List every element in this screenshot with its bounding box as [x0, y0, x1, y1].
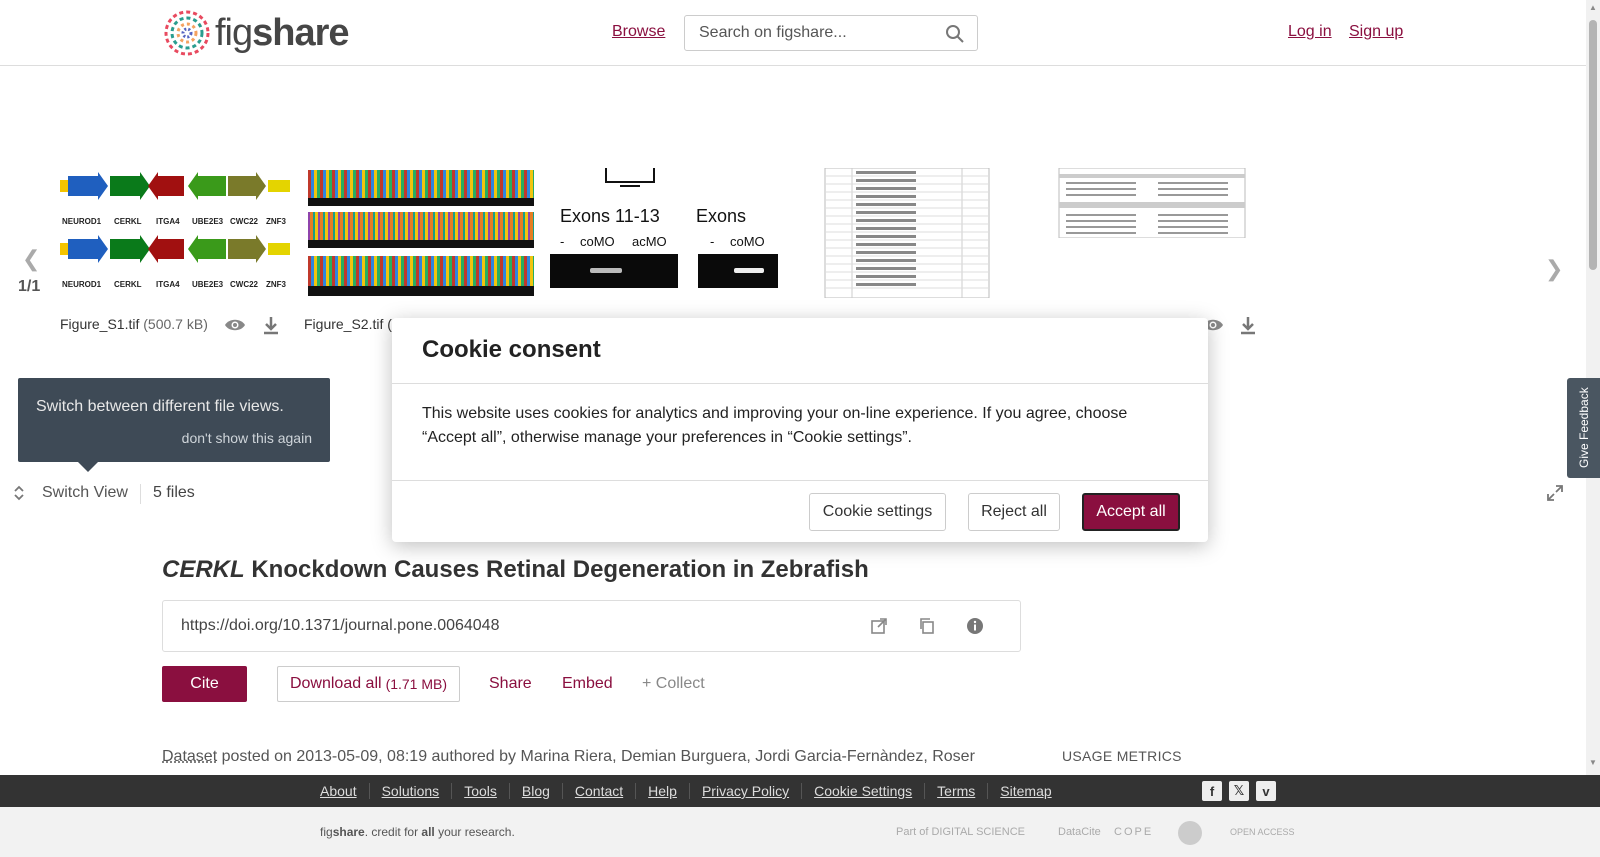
footer-link-contact[interactable]: Contact [562, 783, 635, 799]
credit-end: your research. [435, 825, 515, 839]
credit-fig: fig [320, 825, 333, 839]
scroll-up-icon[interactable]: ▲ [1589, 3, 1597, 12]
digital-science-logo[interactable]: Part of DIGITAL SCIENCE [896, 821, 1025, 843]
cookie-settings-button[interactable]: Cookie settings [809, 493, 946, 531]
footer-link-terms[interactable]: Terms [924, 783, 987, 799]
cope-logo[interactable]: COPE [1114, 821, 1153, 843]
credit-all: all [421, 825, 434, 839]
footer-bottom: figshare. credit for all your research. … [0, 807, 1600, 857]
credit-share: share [333, 825, 365, 839]
footer-nav: About Solutions Tools Blog Contact Help … [0, 775, 1600, 807]
cookie-consent-dialog: Cookie consent This website uses cookies… [392, 318, 1208, 542]
footer-link-help[interactable]: Help [635, 783, 689, 799]
footer-link-sitemap[interactable]: Sitemap [987, 783, 1063, 799]
x-twitter-icon[interactable]: 𝕏 [1229, 781, 1249, 801]
footer-link-about[interactable]: About [320, 783, 369, 799]
modal-divider [392, 480, 1208, 481]
partner-seal-icon[interactable] [1178, 821, 1202, 845]
footer-credit: figshare. credit for all your research. [320, 825, 515, 839]
scroll-thumb[interactable] [1589, 20, 1597, 270]
open-access-logo[interactable]: OPEN ACCESS [1230, 821, 1295, 843]
footer-link-blog[interactable]: Blog [509, 783, 562, 799]
footer-link-tools[interactable]: Tools [451, 783, 509, 799]
credit-mid: . credit for [365, 825, 422, 839]
footer-link-solutions[interactable]: Solutions [369, 783, 452, 799]
vimeo-icon[interactable]: v [1256, 781, 1276, 801]
cookie-title: Cookie consent [422, 336, 601, 364]
facebook-icon[interactable]: f [1202, 781, 1222, 801]
reject-all-button[interactable]: Reject all [968, 493, 1060, 531]
scroll-down-icon[interactable]: ▼ [1589, 758, 1597, 767]
footer-links: About Solutions Tools Blog Contact Help … [320, 783, 1064, 799]
datacite-logo[interactable]: DataCite [1058, 821, 1101, 843]
accept-all-button[interactable]: Accept all [1082, 493, 1180, 531]
footer-link-cookie-settings[interactable]: Cookie Settings [801, 783, 924, 799]
footer-link-privacy[interactable]: Privacy Policy [689, 783, 801, 799]
cookie-message: This website uses cookies for analytics … [422, 402, 1162, 450]
